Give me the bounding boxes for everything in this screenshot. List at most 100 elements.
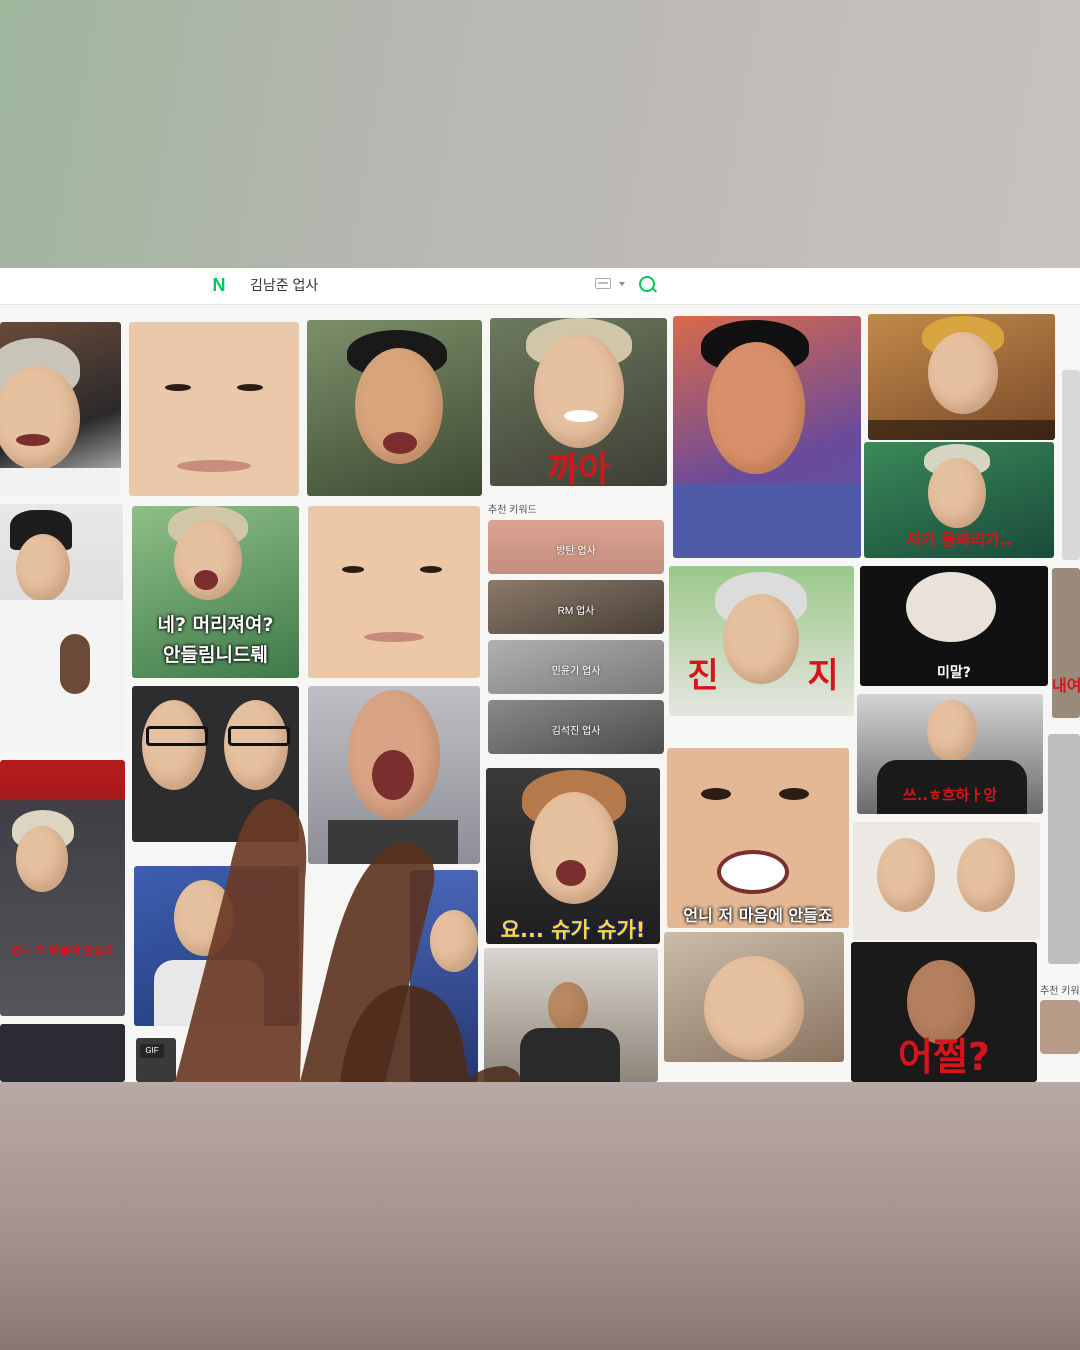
image-result[interactable]: [0, 1024, 125, 1082]
face: [957, 838, 1015, 912]
image-result[interactable]: 언니 저 마음에 안들죠: [0, 760, 125, 1016]
caption: 내여: [1052, 676, 1080, 695]
caption: 안들림니드뤠: [163, 644, 268, 666]
face: [548, 982, 588, 1032]
keyword-label: 방탄 업사: [556, 546, 596, 557]
face: [16, 534, 70, 602]
image-result[interactable]: [673, 316, 861, 558]
image-result[interactable]: 미말?: [860, 566, 1048, 686]
glasses: [228, 726, 290, 746]
image-result[interactable]: [0, 504, 123, 752]
mouth: [564, 410, 598, 422]
search-input[interactable]: 김남준 업사: [250, 275, 318, 295]
shirt: [673, 484, 861, 558]
face: [928, 458, 986, 528]
face: [430, 910, 478, 972]
eye: [237, 384, 263, 391]
keyword-label: 민윤기 업사: [551, 666, 601, 677]
image-result[interactable]: 요... 슈가 슈가!: [486, 768, 660, 944]
keyword-button[interactable]: RM 업사: [488, 580, 664, 634]
image-result[interactable]: 언니 저 마음에 안들죠: [667, 748, 849, 928]
caption: 저기 을짜리가..: [905, 530, 1013, 549]
face: [928, 332, 998, 414]
keyboard-icon[interactable]: [595, 278, 611, 289]
caption: 까아: [547, 450, 610, 486]
alpaca: [906, 572, 996, 642]
image-result[interactable]: 어쩔?: [851, 942, 1037, 1082]
mouth: [556, 860, 586, 886]
keyword-section-label: 추천 키워드: [488, 505, 537, 516]
caption: 미말?: [937, 665, 971, 681]
search-header: N 김남준 업사: [0, 268, 1080, 305]
image-result[interactable]: 진 지: [669, 566, 854, 716]
mouth: [364, 632, 424, 642]
face: [707, 342, 805, 474]
eye: [342, 566, 364, 573]
caption: 어쩔?: [898, 1035, 990, 1079]
caption: 언니 저 마음에 안들죠: [11, 944, 114, 957]
eye: [701, 788, 731, 800]
mouth: [194, 570, 218, 590]
shirt: [328, 820, 458, 864]
shirt: [154, 960, 264, 1026]
caption: 네? 머리져여?: [157, 614, 274, 636]
eye: [779, 788, 809, 800]
image-result[interactable]: [129, 322, 299, 496]
shirt: [0, 468, 121, 496]
subtitle-bar: [868, 420, 1055, 440]
image-result[interactable]: [132, 686, 299, 842]
image-result[interactable]: GIF: [136, 1038, 176, 1082]
image-result[interactable]: 쓰..ㅎ흐하ㅏ앙: [857, 694, 1043, 814]
mouth: [16, 434, 50, 446]
eye: [165, 384, 191, 391]
face: [877, 838, 935, 912]
keyword-label: 김석진 업사: [551, 726, 601, 737]
image-result[interactable]: [308, 506, 480, 678]
face: [16, 826, 68, 892]
keyword-button[interactable]: 민윤기 업사: [488, 640, 664, 694]
browser-screen: N 김남준 업사 언니 저 마음에 안들죠 네? 머리져여? 안들림니드뤠 GI…: [0, 268, 1080, 1082]
hand: [60, 634, 90, 694]
image-result[interactable]: 저기 을짜리가..: [864, 442, 1054, 558]
image-result[interactable]: [664, 932, 844, 1062]
image-result[interactable]: [134, 866, 299, 1026]
image-result[interactable]: 까아: [490, 318, 667, 486]
photo-background-top: [0, 0, 1080, 268]
chevron-down-icon[interactable]: [619, 282, 625, 286]
keyword-label: RM 업사: [557, 606, 595, 617]
image-result[interactable]: [868, 314, 1055, 440]
caption: 지: [807, 656, 839, 696]
image-result[interactable]: 네? 머리져여? 안들림니드뤠: [132, 506, 299, 678]
image-result[interactable]: [410, 870, 478, 1082]
face: [534, 334, 624, 448]
image-result[interactable]: [308, 686, 480, 864]
search-icon[interactable]: [639, 276, 655, 292]
face: [723, 594, 799, 684]
face: [0, 366, 80, 470]
mouth: [372, 750, 414, 800]
image-result[interactable]: [484, 948, 658, 1082]
image-result[interactable]: 내여: [1052, 568, 1080, 718]
keyword-button[interactable]: 방탄 업사: [488, 520, 664, 574]
keyword-button[interactable]: 김석진 업사: [488, 700, 664, 754]
image-result[interactable]: [1062, 370, 1080, 560]
gif-badge: GIF: [140, 1044, 164, 1058]
image-result[interactable]: [853, 822, 1040, 940]
naver-logo-icon[interactable]: N: [208, 274, 230, 296]
mouth: [383, 432, 417, 454]
image-result[interactable]: [0, 322, 121, 496]
mouth: [717, 850, 789, 894]
caption: 요... 슈가 슈가!: [500, 918, 646, 942]
mouth: [177, 460, 251, 472]
photo-background-bottom: [0, 1082, 1080, 1350]
face: [530, 792, 618, 904]
face: [174, 880, 234, 956]
caption: 언니 저 마음에 안들죠: [683, 906, 833, 925]
caption: 진: [687, 656, 719, 696]
image-result[interactable]: [1048, 734, 1080, 964]
shirt: [520, 1028, 620, 1082]
keyword-button[interactable]: [1040, 1000, 1080, 1054]
face: [704, 956, 804, 1060]
eye: [420, 566, 442, 573]
image-result[interactable]: [307, 320, 482, 496]
